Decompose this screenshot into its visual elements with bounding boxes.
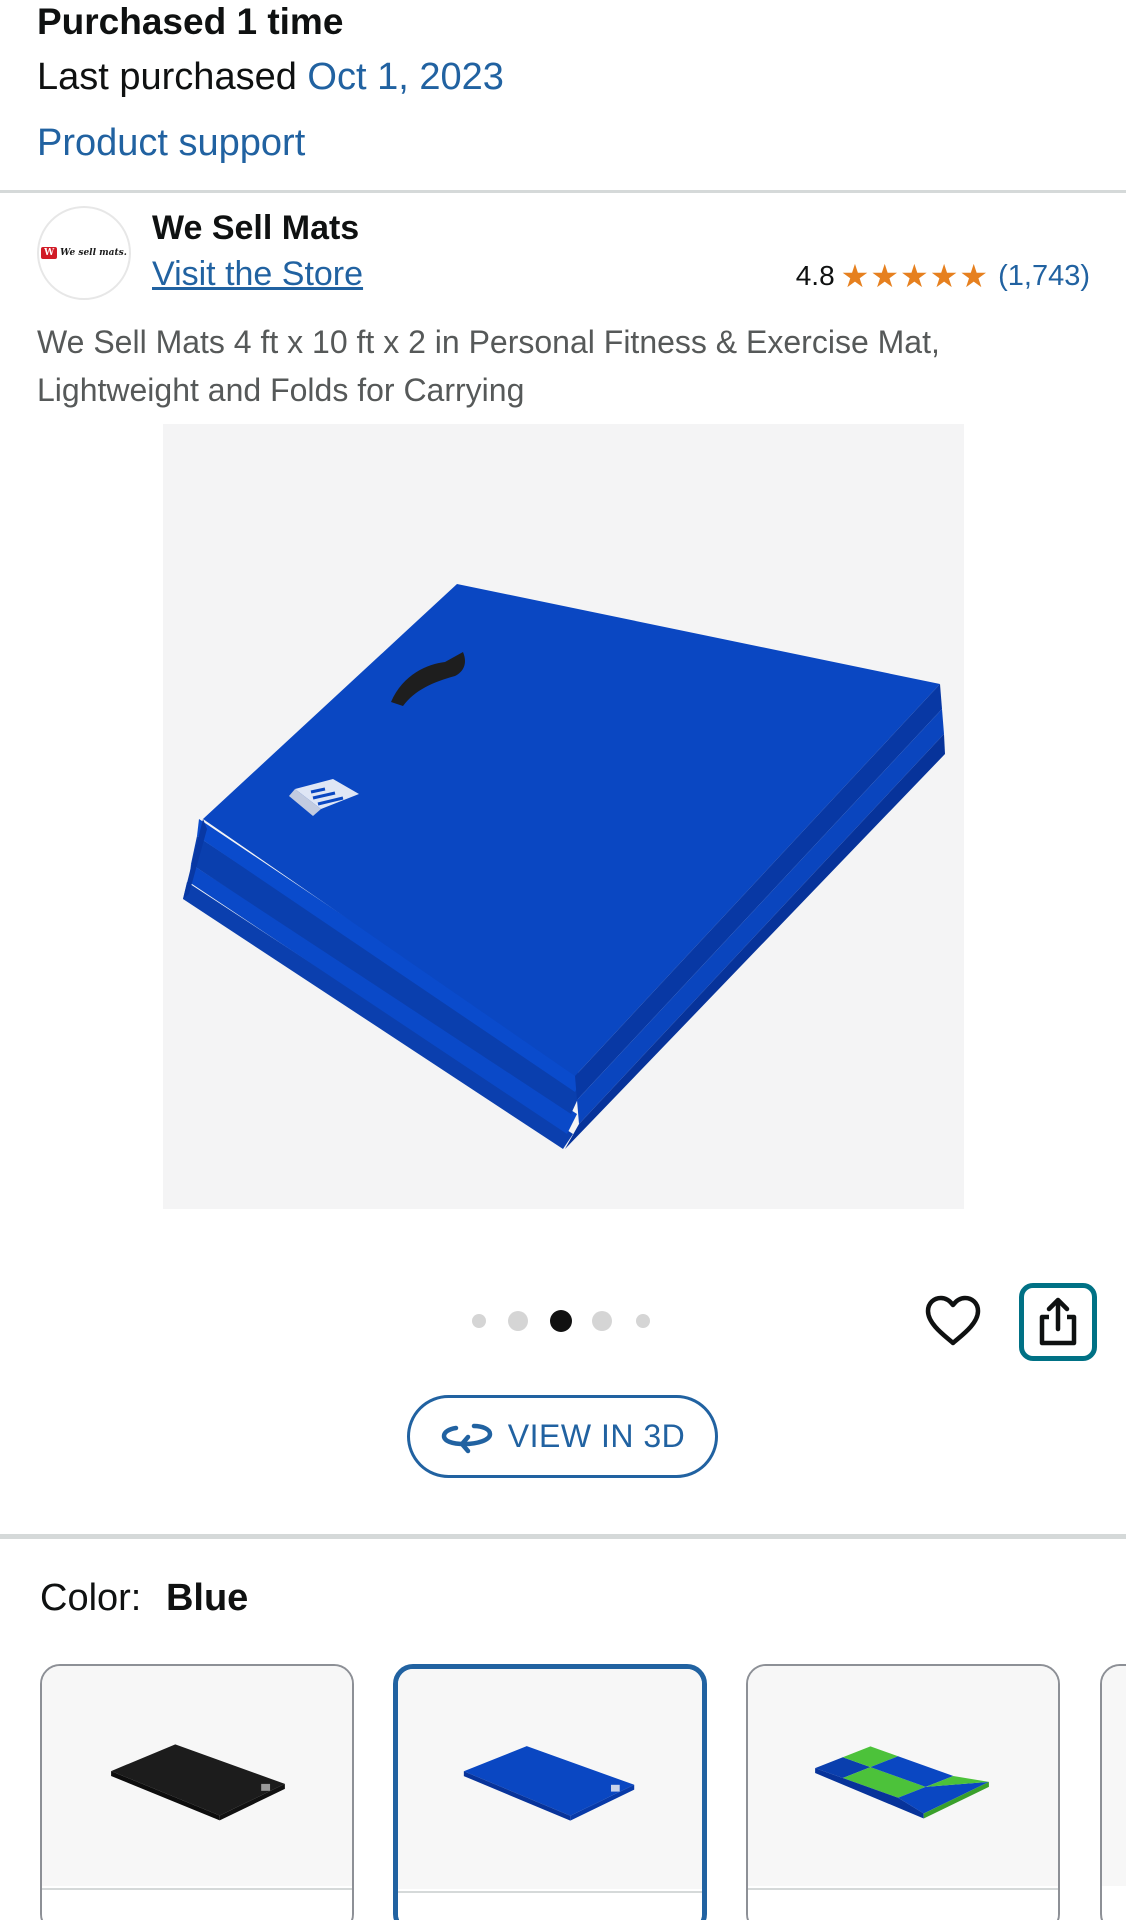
swatch-image	[42, 1666, 352, 1886]
store-name: We Sell Mats	[152, 209, 360, 247]
color-swatch-blue[interactable]	[393, 1664, 707, 1920]
color-swatch-blue-green[interactable]	[746, 1664, 1060, 1920]
swatch-footer	[748, 1888, 1058, 1920]
carousel-dot[interactable]	[592, 1311, 612, 1331]
product-image[interactable]	[163, 424, 964, 1209]
product-title: We Sell Mats 4 ft x 10 ft x 2 in Persona…	[37, 324, 940, 408]
star-rating: ★ ★ ★ ★ ★	[841, 260, 988, 292]
rating-summary[interactable]: 4.8 ★ ★ ★ ★ ★ (1,743)	[796, 256, 1090, 296]
blue-folded-mat-image	[183, 584, 945, 1149]
star-icon: ★	[900, 258, 929, 294]
carousel-dot-active[interactable]	[550, 1310, 572, 1332]
section-divider	[0, 190, 1126, 193]
rating-value: 4.8	[795, 260, 835, 291]
share-button[interactable]	[1019, 1283, 1097, 1361]
store-logo-text: We sell mats.	[60, 248, 127, 258]
last-purchased-row: Last purchased Oct 1, 2023	[37, 52, 1097, 102]
product-support-link[interactable]: Product support	[37, 118, 305, 168]
carousel-dot[interactable]	[636, 1314, 650, 1328]
view-in-3d-button[interactable]: VIEW IN 3D	[407, 1395, 718, 1478]
color-selector-heading: Color: Blue	[40, 1572, 248, 1624]
carousel-dot[interactable]	[472, 1314, 486, 1328]
last-purchased-label: Last purchased	[37, 56, 297, 98]
store-logo-mark: W We sell mats.	[41, 247, 127, 259]
blue-mat-image	[463, 1746, 635, 1821]
rotate-3d-icon	[441, 1423, 493, 1453]
swatch-footer	[398, 1891, 702, 1920]
store-logo-badge-icon: W	[41, 247, 58, 259]
swatch-image	[748, 1666, 1058, 1886]
star-icon: ★	[929, 258, 959, 294]
swatch-footer	[42, 1888, 352, 1920]
store-logo[interactable]: W We sell mats.	[37, 206, 131, 300]
color-swatch-next[interactable]	[1100, 1664, 1126, 1920]
view-in-3d-label: VIEW IN 3D	[507, 1418, 686, 1454]
star-icon: ★	[870, 258, 900, 294]
store-row: W We sell mats. We Sell Mats Visit the S…	[0, 196, 1126, 306]
heart-icon	[925, 1295, 981, 1346]
share-icon	[1039, 1297, 1077, 1346]
carousel-dot[interactable]	[508, 1311, 528, 1331]
section-divider	[0, 1534, 1126, 1539]
purchased-count: Purchased 1 time	[37, 1, 344, 42]
image-carousel-indicator[interactable]	[470, 1304, 655, 1338]
last-purchased-date-link[interactable]: Oct 1, 2023	[307, 56, 503, 98]
wishlist-button[interactable]	[922, 1290, 984, 1352]
star-icon: ★	[959, 258, 989, 294]
rating-count-link[interactable]: (1,743)	[998, 260, 1090, 293]
swatch-image	[398, 1669, 702, 1889]
purchase-info: Purchased 1 time Last purchased Oct 1, 2…	[37, 0, 1097, 168]
swatch-image	[1102, 1666, 1126, 1886]
selected-color-value: Blue	[165, 1577, 249, 1619]
color-label: Color:	[40, 1577, 142, 1619]
star-icon: ★	[840, 258, 870, 294]
visit-store-link[interactable]: Visit the Store	[152, 254, 363, 294]
color-swatch-black[interactable]	[40, 1664, 354, 1920]
black-mat-image	[111, 1744, 285, 1821]
blue-green-mat-image	[815, 1746, 989, 1819]
